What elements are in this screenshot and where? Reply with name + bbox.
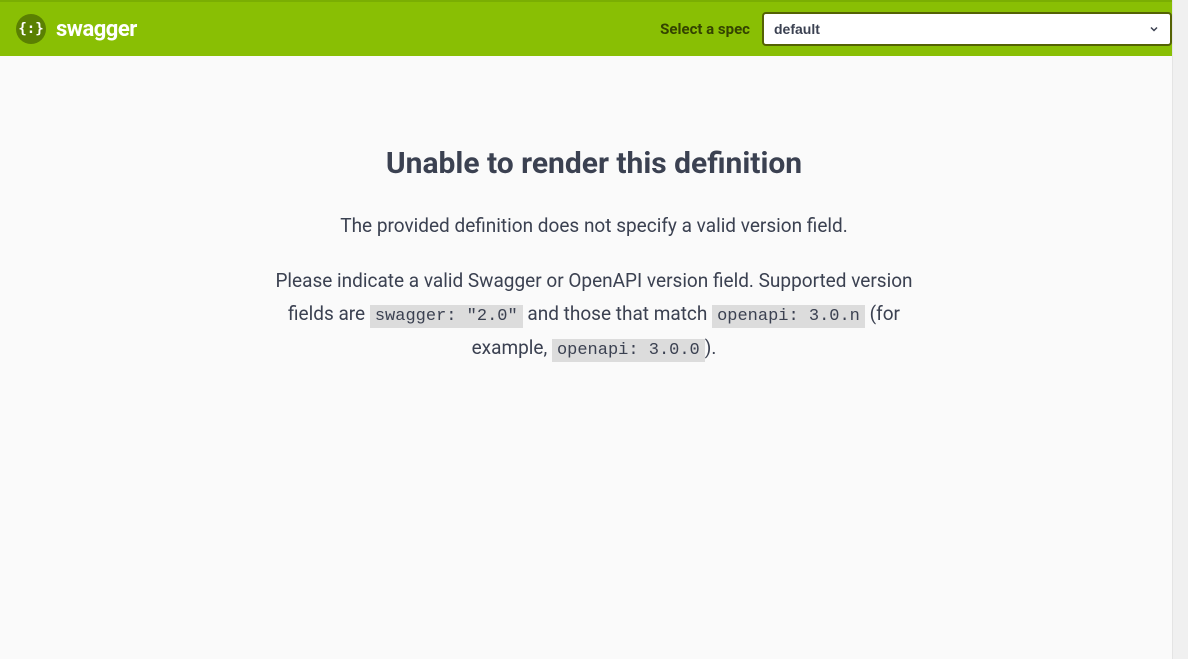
error-heading: Unable to render this definition xyxy=(134,146,1054,181)
spec-select[interactable]: default xyxy=(762,12,1172,46)
topbar-inner: {:} swagger Select a spec default xyxy=(16,12,1172,46)
error-text-part4: ). xyxy=(705,336,717,359)
scrollbar-track[interactable] xyxy=(1172,0,1188,659)
spec-selector: Select a spec default xyxy=(660,12,1172,46)
error-description-2: Please indicate a valid Swagger or OpenA… xyxy=(274,265,914,365)
main-content: Unable to render this definition The pro… xyxy=(114,56,1074,385)
code-openapi-pattern: openapi: 3.0.n xyxy=(712,305,865,328)
spec-select-wrap: default xyxy=(762,12,1172,46)
swagger-logo-icon: {:} xyxy=(16,14,46,44)
brand-text: swagger xyxy=(56,17,137,42)
topbar: {:} swagger Select a spec default xyxy=(0,0,1188,56)
code-swagger-version: swagger: "2.0" xyxy=(370,305,523,328)
code-openapi-example: openapi: 3.0.0 xyxy=(552,339,705,362)
error-text-part2: and those that match xyxy=(523,302,712,325)
logo[interactable]: {:} swagger xyxy=(16,14,137,44)
spec-selector-label: Select a spec xyxy=(660,20,750,38)
error-description-1: The provided definition does not specify… xyxy=(134,211,1054,241)
